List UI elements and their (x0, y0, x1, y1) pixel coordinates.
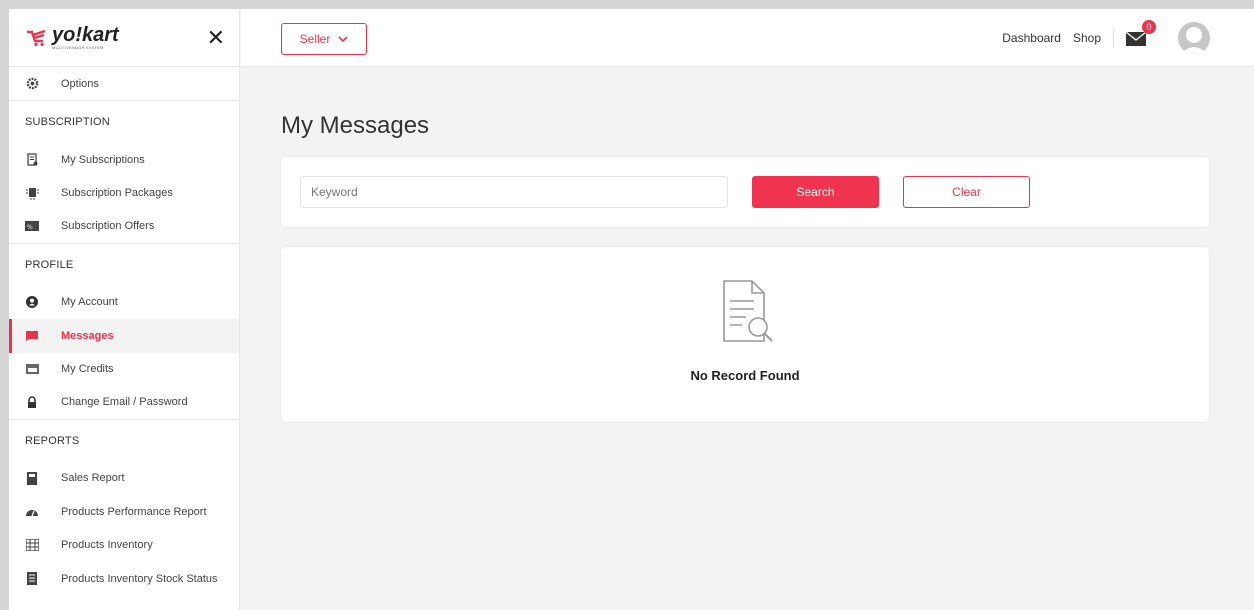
sidebar-item-label: My Account (61, 296, 118, 309)
svg-text:%: % (27, 224, 33, 231)
logo-text: yo!kart (52, 23, 119, 46)
main-content: My Messages Search Clear No Record Found (241, 67, 1254, 610)
packages-icon (25, 186, 39, 200)
avatar[interactable] (1178, 22, 1210, 54)
chevron-down-icon (338, 36, 348, 42)
sidebar-item-products-inventory[interactable]: Products Inventory (9, 529, 239, 563)
sidebar-item-options[interactable]: Options (9, 67, 239, 101)
sidebar-item-label: Products Inventory (61, 539, 153, 552)
subscription-icon (25, 153, 39, 167)
nav-divider (1113, 29, 1114, 47)
performance-icon (25, 505, 39, 519)
stock-status-icon (25, 572, 39, 586)
sidebar-item-subscription-packages[interactable]: Subscription Packages (9, 177, 239, 211)
nav-dashboard-link[interactable]: Dashboard (1002, 31, 1061, 45)
sidebar-item-label: Sales Report (61, 472, 125, 485)
gear-icon (25, 77, 39, 91)
lock-icon (25, 395, 39, 409)
sidebar-section-profile: PROFILE (25, 258, 74, 271)
top-bar: Seller Dashboard Shop 0 (241, 9, 1254, 67)
sidebar-item-label: Products Inventory Stock Status (61, 572, 218, 585)
document-search-icon (712, 277, 778, 348)
sidebar: yo!kart MULTI-VENDOR SYSTEM ✕ Options SU… (9, 9, 240, 610)
sidebar-item-subscription-offers[interactable]: % Subscription Offers (9, 210, 239, 244)
sidebar-item-change-email-password[interactable]: Change Email / Password (9, 386, 239, 420)
sidebar-item-my-account[interactable]: My Account (9, 286, 239, 320)
sidebar-item-sales-report[interactable]: Sales Report (9, 462, 239, 496)
messages-icon (25, 329, 39, 343)
header-nav: Dashboard Shop 0 (1002, 9, 1254, 67)
offers-icon: % (25, 219, 39, 233)
sidebar-item-label: My Subscriptions (61, 153, 145, 166)
role-select-dropdown[interactable]: Seller (281, 23, 367, 55)
account-icon (25, 295, 39, 309)
sidebar-item-products-inventory-stock-status[interactable]: Products Inventory Stock Status (9, 562, 239, 596)
messages-envelope-icon[interactable]: 0 (1126, 20, 1156, 48)
sidebar-item-label: Options (61, 77, 99, 90)
app-frame: yo!kart MULTI-VENDOR SYSTEM ✕ Options SU… (9, 9, 1254, 610)
logo[interactable]: yo!kart MULTI-VENDOR SYSTEM (25, 23, 119, 50)
sidebar-item-label: Subscription Packages (61, 187, 173, 200)
sidebar-item-label: Messages (61, 329, 114, 342)
empty-state-message: No Record Found (690, 368, 800, 383)
sidebar-section-subscription: SUBSCRIPTION (25, 116, 110, 128)
sidebar-item-messages[interactable]: Messages (9, 319, 239, 353)
close-sidebar-icon[interactable]: ✕ (207, 26, 225, 49)
page-title: My Messages (281, 112, 430, 139)
search-form-card: Search Clear (281, 157, 1209, 227)
sidebar-header: yo!kart MULTI-VENDOR SYSTEM ✕ (9, 9, 239, 67)
sidebar-item-label: My Credits (61, 363, 114, 376)
sidebar-item-my-credits[interactable]: My Credits (9, 353, 239, 387)
sidebar-item-label: Change Email / Password (61, 396, 188, 409)
inventory-icon (25, 538, 39, 552)
sidebar-item-label: Products Performance Report (61, 505, 207, 518)
search-button[interactable]: Search (752, 176, 879, 208)
message-count-badge: 0 (1142, 20, 1156, 34)
sidebar-item-products-performance-report[interactable]: Products Performance Report (9, 495, 239, 529)
clear-button[interactable]: Clear (903, 176, 1030, 208)
sidebar-item-my-subscriptions[interactable]: My Subscriptions (9, 143, 239, 177)
cart-logo-icon (27, 29, 46, 46)
sales-report-icon (25, 471, 39, 485)
sidebar-item-label: Subscription Offers (61, 220, 155, 233)
credits-icon (25, 362, 39, 376)
results-card: No Record Found (281, 247, 1209, 422)
keyword-search-input[interactable] (300, 176, 728, 208)
nav-shop-link[interactable]: Shop (1073, 31, 1101, 45)
sidebar-section-reports: REPORTS (25, 434, 80, 447)
role-select-label: Seller (299, 32, 331, 46)
